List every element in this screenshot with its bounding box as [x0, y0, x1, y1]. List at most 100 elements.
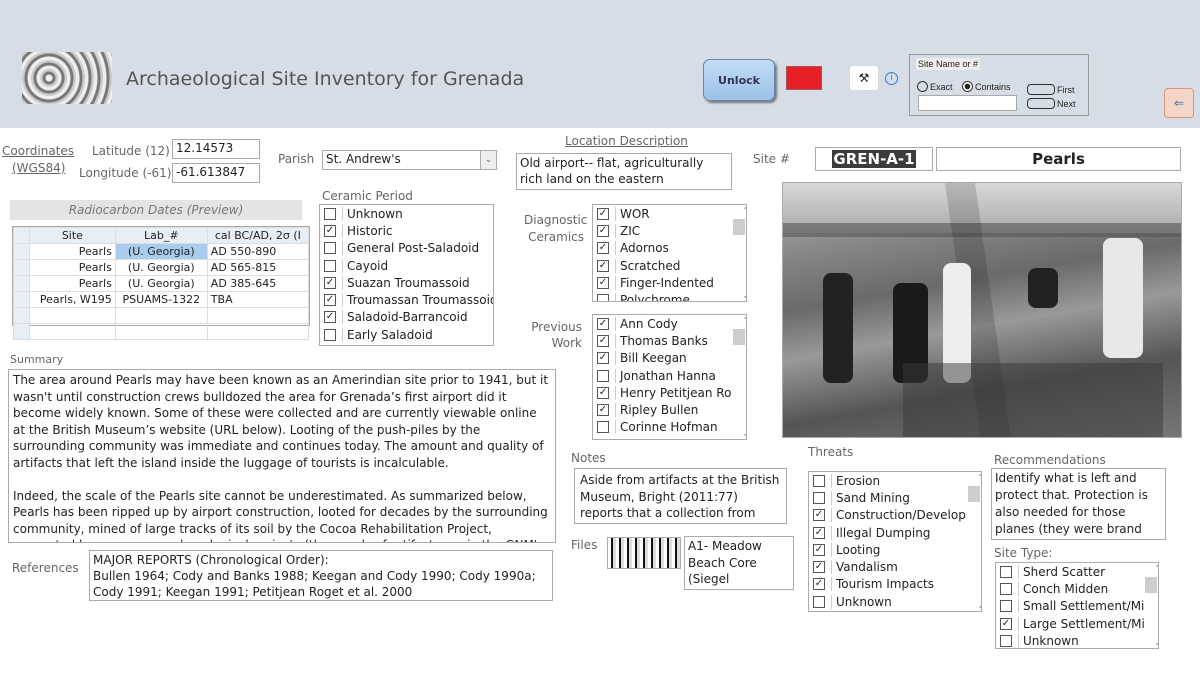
- checkbox-checked[interactable]: ✓: [813, 526, 825, 539]
- checkbox-checked[interactable]: ✓: [324, 294, 336, 307]
- checkbox-checked[interactable]: ✓: [597, 259, 609, 272]
- checkbox-unchecked[interactable]: [324, 207, 336, 220]
- table-cell[interactable]: TBA: [206, 291, 310, 308]
- scroll-thumb[interactable]: [733, 219, 745, 235]
- scrollbar[interactable]: ⌃⌄: [732, 205, 746, 301]
- site-number-input[interactable]: GREN-A-1: [815, 147, 933, 171]
- list-item[interactable]: Cayoid: [320, 257, 493, 274]
- wgs84-link[interactable]: (WGS84): [12, 161, 65, 175]
- longitude-input[interactable]: -61.613847: [172, 163, 260, 183]
- checkbox-unchecked[interactable]: [1000, 634, 1012, 647]
- scroll-down-icon[interactable]: ⌄: [974, 601, 981, 610]
- parish-select[interactable]: St. Andrew's ⌄: [322, 150, 497, 170]
- checkbox-unchecked[interactable]: [1000, 600, 1012, 613]
- exact-radio[interactable]: Exact: [917, 81, 953, 92]
- info-icon[interactable]: i: [885, 72, 898, 85]
- list-item[interactable]: Unknown: [320, 205, 493, 222]
- table-cell[interactable]: Pearls: [29, 243, 116, 260]
- checkbox-checked[interactable]: ✓: [813, 578, 825, 591]
- file-thumbnail[interactable]: [607, 537, 681, 569]
- table-cell[interactable]: (U. Georgia): [114, 243, 208, 260]
- list-item[interactable]: Erosion: [809, 472, 981, 489]
- scroll-up-icon[interactable]: ⌃: [739, 206, 746, 215]
- list-item[interactable]: Small Settlement/Midden: [996, 598, 1158, 615]
- latitude-input[interactable]: 12.14573: [172, 139, 260, 159]
- table-cell[interactable]: Pearls, W195: [29, 291, 116, 308]
- list-item[interactable]: ✓ Ann Cody: [593, 315, 746, 332]
- table-cell[interactable]: AD 565-815: [206, 259, 310, 276]
- checkbox-checked[interactable]: ✓: [324, 311, 336, 324]
- list-item[interactable]: Early Saladoid: [320, 326, 493, 343]
- checkbox-unchecked[interactable]: [324, 328, 336, 341]
- list-item[interactable]: Unknown: [996, 632, 1158, 648]
- list-item[interactable]: Jonathan Hanna: [593, 367, 746, 384]
- scroll-down-icon[interactable]: ⌄: [1151, 638, 1158, 647]
- table-cell[interactable]: Pearls: [29, 275, 116, 292]
- scrollbar[interactable]: ⌃⌄: [967, 472, 981, 611]
- checkbox-checked[interactable]: ✓: [1000, 617, 1012, 630]
- scrollbar[interactable]: ⌃⌄: [1144, 563, 1158, 648]
- table-row[interactable]: Pearls (U. Georgia) AD 565-815: [13, 259, 310, 276]
- scrollbar[interactable]: ⌃⌄: [732, 315, 746, 439]
- search-input[interactable]: [918, 95, 1017, 111]
- list-item[interactable]: ✓ ZIC: [593, 222, 746, 239]
- checkbox-checked[interactable]: ✓: [597, 317, 609, 330]
- checkbox-checked[interactable]: ✓: [813, 561, 825, 574]
- list-item[interactable]: ✓ Saladoid-Barrancoid: [320, 309, 493, 326]
- list-item[interactable]: ✓ Scratched: [593, 257, 746, 274]
- checkbox-checked[interactable]: ✓: [597, 334, 609, 347]
- scroll-down-icon[interactable]: ⌄: [739, 291, 746, 300]
- scroll-down-icon[interactable]: ⌄: [739, 429, 746, 438]
- scroll-thumb[interactable]: [733, 329, 745, 345]
- list-item[interactable]: ✓ Thomas Banks: [593, 332, 746, 349]
- checkbox-checked[interactable]: ✓: [597, 352, 609, 365]
- summary-textarea[interactable]: The area around Pearls may have been kno…: [8, 369, 556, 543]
- list-item[interactable]: General Post-Saladoid: [320, 240, 493, 257]
- scroll-thumb[interactable]: [968, 486, 980, 502]
- list-item[interactable]: ✓ Historic: [320, 222, 493, 239]
- next-button[interactable]: Next: [1027, 98, 1076, 109]
- list-item[interactable]: Unknown: [809, 593, 981, 610]
- row-selector[interactable]: [13, 259, 30, 276]
- checkbox-unchecked[interactable]: [813, 474, 825, 487]
- checkbox-checked[interactable]: ✓: [597, 224, 609, 237]
- list-item[interactable]: ✓ WOR: [593, 205, 746, 222]
- scroll-up-icon[interactable]: ⌃: [1151, 564, 1158, 573]
- checkbox-unchecked[interactable]: [597, 421, 609, 434]
- list-item[interactable]: Corinne Hofman: [593, 419, 746, 436]
- table-row[interactable]: Pearls (U. Georgia) AD 385-645: [13, 275, 310, 292]
- location-description-input[interactable]: Old airport-- flat, agriculturally rich …: [516, 153, 732, 190]
- list-item[interactable]: Polychrome: [593, 291, 746, 301]
- checkbox-checked[interactable]: ✓: [324, 276, 336, 289]
- list-item[interactable]: ✓ Looting: [809, 541, 981, 558]
- references-textarea[interactable]: MAJOR REPORTS (Chronological Order): Bul…: [89, 550, 553, 601]
- checkbox-checked[interactable]: ✓: [597, 404, 609, 417]
- list-item[interactable]: ✓ Suazan Troumassoid: [320, 274, 493, 291]
- list-item[interactable]: ✓ Illegal Dumping: [809, 524, 981, 541]
- checkbox-checked[interactable]: ✓: [597, 276, 609, 289]
- scroll-up-icon[interactable]: ⌃: [739, 316, 746, 325]
- checkbox-unchecked[interactable]: [1000, 582, 1012, 595]
- checkbox-checked[interactable]: ✓: [324, 224, 336, 237]
- table-cell[interactable]: (U. Georgia): [114, 259, 208, 276]
- scroll-up-icon[interactable]: ⌃: [974, 473, 981, 482]
- exit-icon[interactable]: ⇐: [1164, 88, 1194, 118]
- list-item[interactable]: ✓ Adornos: [593, 240, 746, 257]
- location-description-link[interactable]: Location Description: [565, 134, 688, 148]
- chevron-down-icon[interactable]: ⌄: [480, 151, 496, 169]
- table-row[interactable]: Pearls (U. Georgia) AD 550-890: [13, 243, 310, 260]
- checkbox-unchecked[interactable]: [813, 491, 825, 504]
- scroll-thumb[interactable]: [1145, 577, 1157, 593]
- coordinates-link[interactable]: Coordinates: [2, 144, 74, 158]
- checkbox-unchecked[interactable]: [597, 294, 609, 301]
- column-header[interactable]: Site: [29, 227, 116, 244]
- list-item[interactable]: ✓ Finger-Indented: [593, 274, 746, 291]
- checkbox-checked[interactable]: ✓: [597, 242, 609, 255]
- row-selector[interactable]: [13, 275, 30, 292]
- tools-icon[interactable]: ⚒: [850, 66, 878, 90]
- checkbox-unchecked[interactable]: [1000, 565, 1012, 578]
- list-item[interactable]: ✓ Bill Keegan: [593, 350, 746, 367]
- list-item[interactable]: ✓ Henry Petitjean Roget: [593, 384, 746, 401]
- checkbox-checked[interactable]: ✓: [813, 543, 825, 556]
- table-cell[interactable]: AD 385-645: [206, 275, 310, 292]
